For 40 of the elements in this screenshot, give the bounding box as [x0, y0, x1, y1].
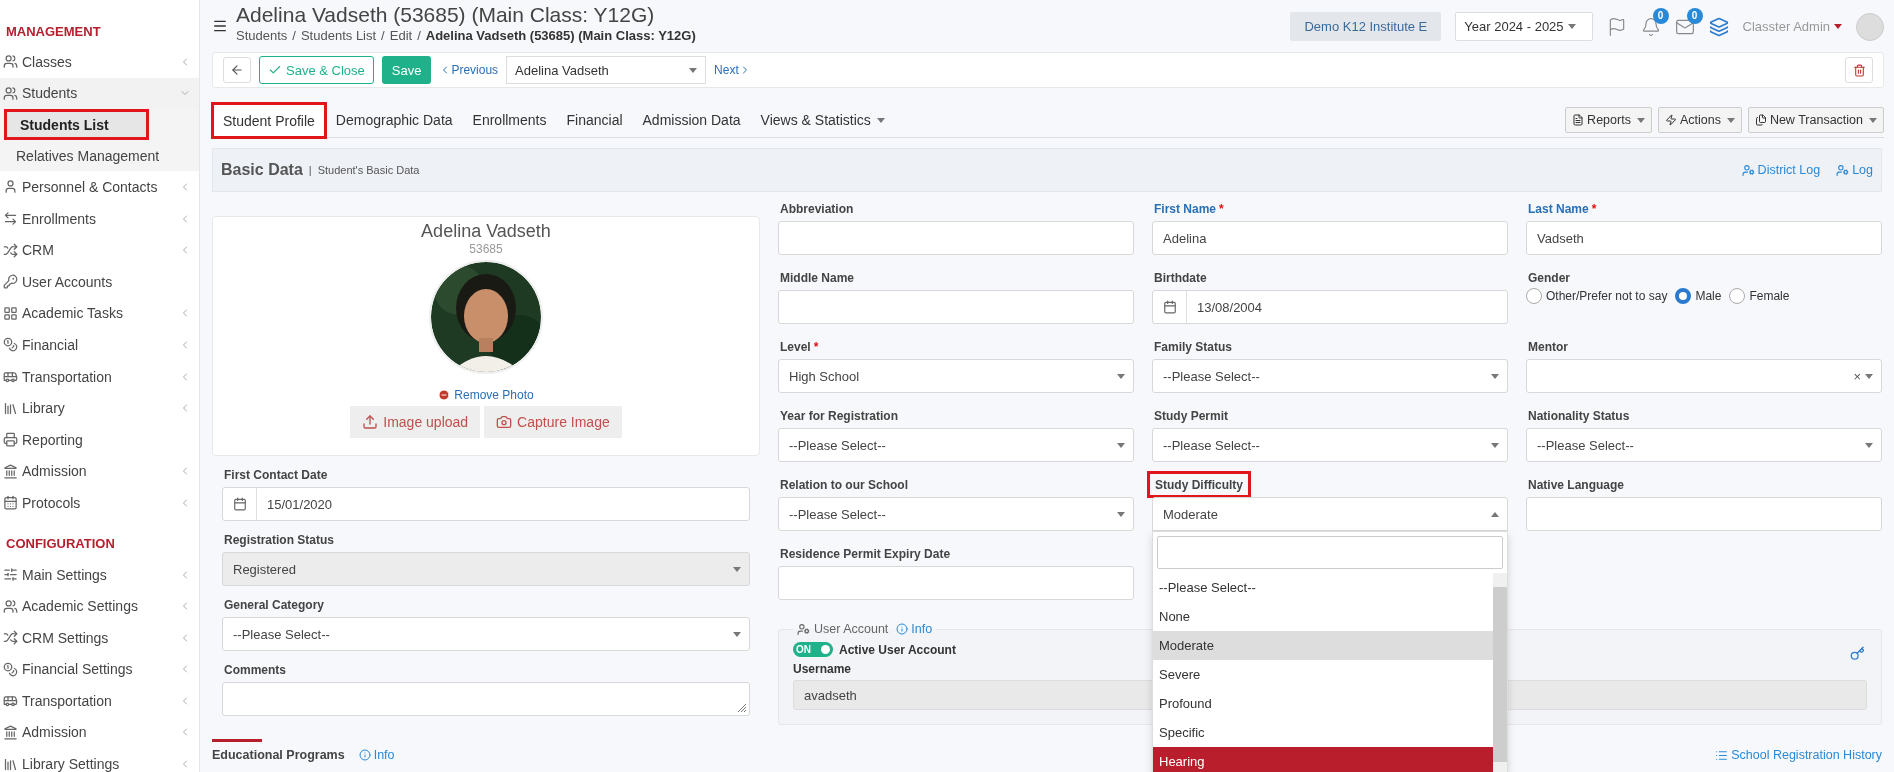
field-label: Username	[793, 662, 852, 676]
section-subtitle: Student's Basic Data	[317, 164, 420, 176]
section-title: Educational Programs	[212, 748, 345, 762]
field-label: Abbreviation	[779, 200, 855, 217]
field-label: Registration Status	[223, 531, 335, 548]
breadcrumb-separator: /	[381, 28, 385, 43]
field-label: First Name *	[1153, 200, 1225, 217]
radio-label: Female	[1749, 289, 1790, 303]
section-divider: |	[308, 164, 312, 176]
page-title: Adelina Vadseth (53685) (Main Class: Y12G)	[236, 2, 656, 28]
field-label: Level *	[779, 338, 820, 355]
field-label: Year for Registration	[779, 407, 900, 424]
field-label: Native Language	[1527, 476, 1626, 493]
student-id: 53685	[469, 242, 503, 256]
field-label: First Contact Date	[223, 466, 329, 483]
breadcrumb-current: Adelina Vadseth (53685) (Main Class: Y12G)	[425, 28, 696, 43]
field-label: Comments	[223, 661, 287, 678]
field-label: Gender	[1527, 269, 1571, 286]
field-label: Birthdate	[1153, 269, 1208, 286]
field-label: Nationality Status	[1527, 407, 1631, 424]
field-label: Relation to our School	[779, 476, 909, 493]
breadcrumb-separator: /	[292, 28, 296, 43]
section-title: Basic Data	[221, 161, 303, 179]
toggle-label: Active User Account	[839, 642, 956, 657]
radio-label: Male	[1695, 289, 1722, 303]
sidebar-section-title: CONFIGURATION	[5, 535, 116, 554]
radio-label: Other/Prefer not to say	[1546, 289, 1668, 303]
message-count: 0	[1686, 7, 1703, 24]
field-label: Family Status	[1153, 338, 1234, 355]
user-account-title: User Account	[797, 622, 889, 636]
field-label: Last Name *	[1527, 200, 1598, 217]
field-label: General Category	[223, 596, 326, 613]
field-label: Middle Name	[779, 269, 855, 286]
breadcrumb-separator: /	[417, 28, 421, 43]
field-label: Residence Permit Expiry Date	[779, 545, 952, 562]
notification-count: 0	[1652, 7, 1669, 24]
field-label: Study Permit	[1153, 407, 1229, 424]
student-name: Adelina Vadseth	[421, 221, 551, 242]
sidebar-section-title: MANAGEMENT	[5, 22, 102, 41]
field-label: Mentor	[1527, 338, 1569, 355]
